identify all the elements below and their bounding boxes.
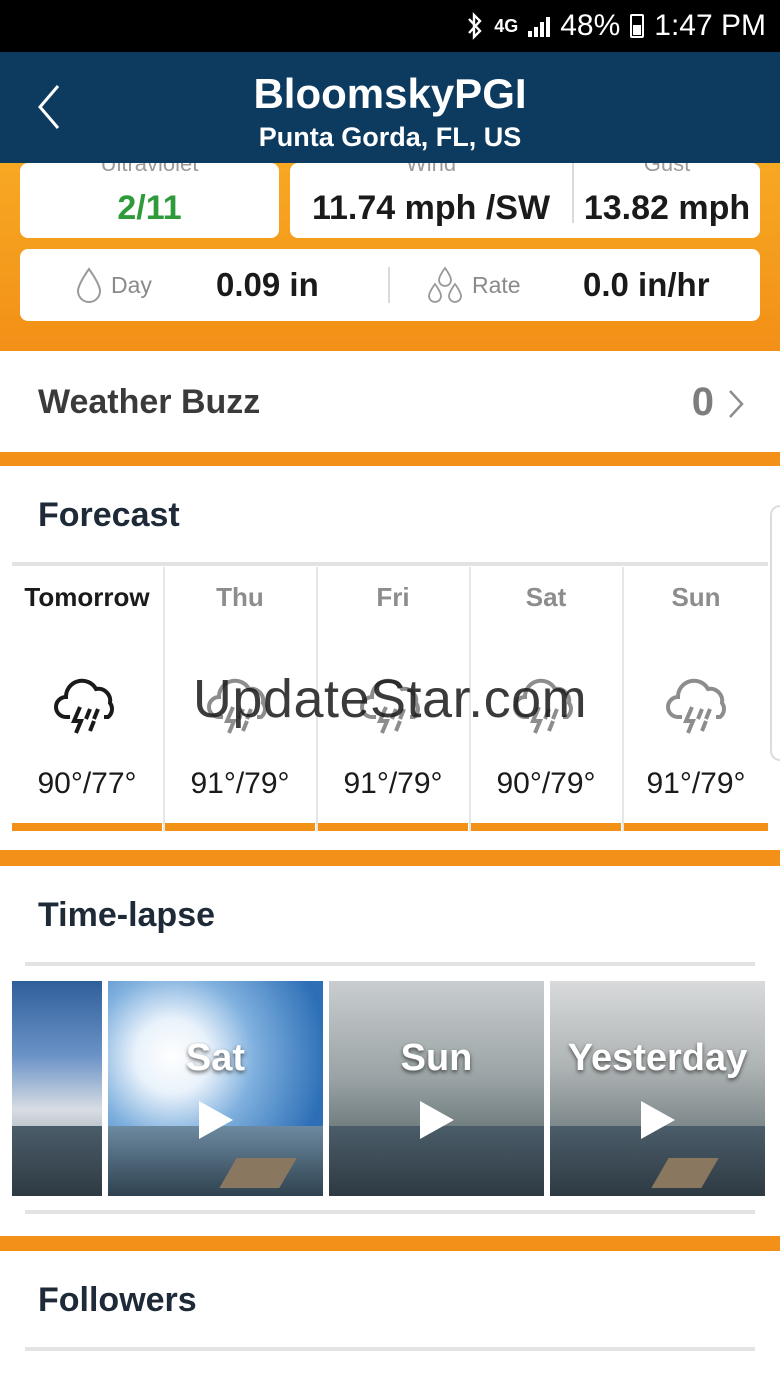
forecast-day-name: Fri [376, 582, 410, 612]
gust-value: 13.82 mph [583, 189, 751, 227]
bluetooth-icon [466, 12, 484, 40]
play-icon [198, 1101, 233, 1139]
rain-day-label: Day [111, 271, 152, 298]
rain-divider [388, 267, 390, 303]
forecast-day-bar [165, 823, 315, 831]
raindrops-icon [428, 266, 462, 303]
forecast-day-name: Sat [525, 582, 567, 612]
app-header: BloomskyPGI Punta Gorda, FL, US [0, 52, 780, 163]
timelapse-label: Sat [185, 1037, 246, 1079]
timelapse-section: Time-lapse Sat Sun Yesterday [0, 866, 780, 1236]
timelapse-label: Sun [400, 1037, 473, 1079]
uv-card: Ultraviolet 2/11 [20, 163, 279, 238]
wind-gust-card: Wind 11.74 mph /SW Gust 13.82 mph [290, 163, 760, 238]
forecast-title: Forecast [38, 496, 180, 534]
forecast-day-bar [471, 823, 621, 831]
battery-icon [630, 14, 645, 38]
raindrop-icon [76, 267, 102, 303]
followers-section: Followers [0, 1251, 780, 1386]
rain-day-value: 0.09 in [216, 266, 319, 303]
chevron-right-icon [729, 390, 744, 418]
uv-value: 2/11 [117, 189, 182, 227]
weather-buzz-count: 0 [691, 380, 714, 424]
wind-value: 11.74 mph /SW [311, 189, 551, 227]
followers-divider [25, 1347, 755, 1351]
play-icon [419, 1101, 454, 1139]
forecast-temps: 91°/79° [343, 767, 443, 800]
timelapse-divider [25, 962, 755, 966]
timelapse-thumbnail[interactable]: Sat [108, 981, 323, 1196]
forecast-temps: 90°/79° [496, 767, 596, 800]
rain-rate-group: Rate [426, 249, 521, 321]
section-separator [0, 850, 780, 866]
forecast-day-bar [318, 823, 468, 831]
forecast-temps: 90°/77° [37, 767, 137, 800]
network-type: 4G [494, 16, 519, 36]
status-bar: 4G 48% 1:47 PM [0, 0, 780, 52]
followers-title: Followers [38, 1281, 197, 1319]
forecast-temps: 91°/79° [190, 767, 290, 800]
forecast-day-name: Thu [216, 582, 264, 612]
watermark-text: UpdateStar.com [192, 669, 588, 729]
gust-label: Gust [643, 163, 691, 176]
section-separator [0, 452, 780, 466]
rain-rate-label: Rate [472, 271, 521, 298]
signal-icon [528, 15, 551, 37]
battery-percent: 48% [560, 9, 621, 42]
section-separator [0, 1236, 780, 1251]
play-icon [640, 1101, 675, 1139]
forecast-section: Forecast Tomorrow 90°/77° Thu 91°/79° Fr… [0, 466, 780, 850]
forecast-temps: 91°/79° [646, 767, 746, 800]
rain-rate-value-wrap: 0.0 in/hr [583, 249, 710, 321]
timelapse-thumbnail[interactable] [12, 981, 102, 1196]
timelapse-thumbnail[interactable]: Sun [329, 981, 544, 1196]
rain-rate-value: 0.0 in/hr [583, 266, 710, 303]
thumbnail-scene [12, 1126, 102, 1196]
timelapse-bottom-divider [25, 1210, 755, 1214]
rain-day-group: Day [75, 249, 152, 321]
rain-card: Day 0.09 in Rate 0.0 in/hr [20, 249, 760, 321]
forecast-day-name: Sun [671, 582, 721, 612]
forecast-divider [12, 562, 768, 566]
weather-buzz-row[interactable]: Weather Buzz 0 [0, 351, 780, 452]
weather-buzz-label: Weather Buzz [38, 383, 261, 421]
timelapse-label: Yesterday [567, 1037, 748, 1079]
timelapse-title: Time-lapse [38, 896, 216, 934]
rain-day-value-wrap: 0.09 in [216, 249, 319, 321]
timelapse-thumbnail[interactable]: Yesterday [550, 981, 765, 1196]
forecast-day-bar [624, 823, 768, 831]
station-location: Punta Gorda, FL, US [258, 122, 522, 152]
uv-label: Ultraviolet [100, 163, 199, 176]
wind-label: Wind [405, 163, 457, 176]
forecast-day-name: Tomorrow [24, 582, 150, 612]
clock: 1:47 PM [654, 9, 766, 42]
station-name: BloomskyPGI [253, 70, 527, 117]
forecast-day-bar [12, 823, 162, 831]
